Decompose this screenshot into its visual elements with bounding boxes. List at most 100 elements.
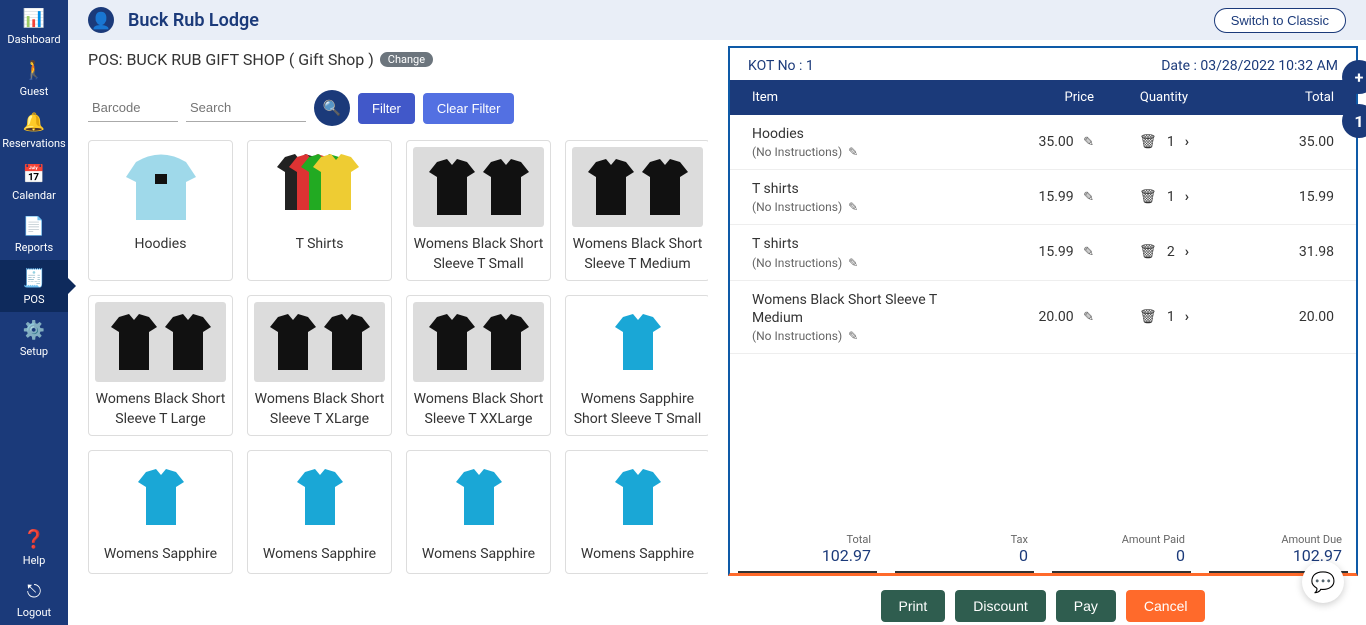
clear-filter-button[interactable]: Clear Filter [423, 93, 515, 124]
sidebar-item-reservations[interactable]: 🔔 Reservations [0, 104, 68, 156]
product-card[interactable]: Womens Sapphire [406, 450, 551, 574]
product-card[interactable]: Womens Black Short Sleeve T XLarge [247, 295, 392, 436]
kot-item-instructions: (No Instructions) ✎ [752, 145, 974, 159]
product-card[interactable]: Womens Black Short Sleeve T XXLarge [406, 295, 551, 436]
sidebar-item-reports[interactable]: 📄 Reports [0, 208, 68, 260]
product-label: Womens Sapphire [263, 545, 376, 567]
search-input[interactable] [186, 94, 306, 122]
product-label: Womens Sapphire [581, 545, 694, 567]
sidebar-item-pos[interactable]: 🧾 POS [0, 260, 68, 312]
kot-no: KOT No : 1 [748, 58, 814, 74]
product-label: Womens Sapphire [422, 545, 535, 567]
product-card[interactable]: T Shirts [247, 140, 392, 281]
chevron-right-icon[interactable]: › [1185, 189, 1189, 205]
sidebar: 📊 Dashboard 🚶 Guest 🔔 Reservations 📅 Cal… [0, 0, 68, 625]
delete-item-icon[interactable]: 🗑 [1139, 134, 1157, 150]
product-card[interactable]: Womens Sapphire [247, 450, 392, 574]
sidebar-label: Guest [20, 85, 49, 98]
kot-rows: Hoodies(No Instructions) ✎35.00 ✎🗑1›35.0… [730, 115, 1356, 354]
edit-price-icon[interactable]: ✎ [1083, 245, 1094, 260]
chat-button[interactable]: 💬 [1302, 561, 1344, 603]
paid-value: 0 [1176, 546, 1185, 565]
edit-instructions-icon[interactable]: ✎ [848, 256, 858, 270]
chevron-right-icon[interactable]: › [1185, 244, 1189, 260]
product-label: Womens Black Short Sleeve T XLarge [254, 390, 385, 429]
edit-price-icon[interactable]: ✎ [1083, 310, 1094, 325]
kot-row: Womens Black Short Sleeve T Medium(No In… [730, 281, 1356, 354]
qty-value: 1 [1167, 309, 1175, 325]
kot-item-price: 15.99 ✎ [974, 189, 1094, 205]
product-label: Womens Black Short Sleeve T Medium [572, 235, 703, 274]
header: 👤 Buck Rub Lodge Switch to Classic [68, 0, 1366, 40]
total-total: Total 102.97 [738, 533, 877, 573]
chevron-right-icon[interactable]: › [1185, 134, 1189, 150]
kot-item-price: 15.99 ✎ [974, 244, 1094, 260]
calendar-icon: 📅 [23, 164, 45, 185]
change-button[interactable]: Change [380, 52, 433, 67]
filter-button[interactable]: Filter [358, 93, 415, 124]
chat-icon: 💬 [1311, 570, 1336, 594]
product-label: T Shirts [296, 235, 344, 257]
paid-label: Amount Paid [1058, 533, 1185, 546]
qty-value: 1 [1167, 134, 1175, 150]
edit-instructions-icon[interactable]: ✎ [848, 329, 858, 343]
product-card[interactable]: Hoodies [88, 140, 233, 281]
kot-item-price: 35.00 ✎ [974, 134, 1094, 150]
delete-item-icon[interactable]: 🗑 [1139, 189, 1157, 205]
product-card[interactable]: Womens Sapphire [88, 450, 233, 574]
product-card[interactable]: Womens Black Short Sleeve T Large [88, 295, 233, 436]
delete-item-icon[interactable]: 🗑 [1139, 244, 1157, 260]
sidebar-label: Dashboard [7, 33, 60, 46]
kot-row: T shirts(No Instructions) ✎15.99 ✎🗑2›31.… [730, 225, 1356, 280]
sidebar-label: Reservations [2, 137, 65, 150]
total-value: 102.97 [822, 546, 871, 565]
kot-item-qty: 🗑 1 › [1094, 189, 1234, 205]
product-label: Womens Sapphire [104, 545, 217, 567]
bell-icon: 🔔 [23, 112, 45, 133]
tax-label: Tax [901, 533, 1028, 546]
product-label: Womens Black Short Sleeve T XXLarge [413, 390, 544, 429]
sidebar-label: Help [23, 554, 46, 567]
print-button[interactable]: Print [881, 590, 946, 622]
due-label: Amount Due [1215, 533, 1342, 546]
chevron-right-icon[interactable]: › [1185, 309, 1189, 325]
edit-price-icon[interactable]: ✎ [1083, 135, 1094, 150]
pay-button[interactable]: Pay [1056, 590, 1116, 622]
sidebar-item-dashboard[interactable]: 📊 Dashboard [0, 0, 68, 52]
delete-item-icon[interactable]: 🗑 [1139, 309, 1157, 325]
pos-label: POS: BUCK RUB GIFT SHOP ( Gift Shop ) [88, 50, 374, 69]
pos-icon: 🧾 [23, 268, 45, 289]
cancel-button[interactable]: Cancel [1126, 590, 1206, 622]
col-price: Price [974, 90, 1094, 105]
discount-button[interactable]: Discount [955, 590, 1045, 622]
gear-icon: ⚙️ [23, 320, 45, 341]
kot-box: KOT No : 1 Date : 03/28/2022 10:32 AM It… [728, 46, 1358, 576]
product-label: Womens Sapphire Short Sleeve T Small [572, 390, 703, 429]
kot-item-qty: 🗑2› [1094, 244, 1234, 260]
ticket-pane: KOT No : 1 Date : 03/28/2022 10:32 AM It… [728, 46, 1358, 622]
product-card[interactable]: Womens Sapphire Short Sleeve T Small [565, 295, 708, 436]
product-card[interactable]: Womens Black Short Sleeve T Medium [565, 140, 708, 281]
switch-classic-button[interactable]: Switch to Classic [1214, 8, 1346, 33]
sidebar-item-logout[interactable]: ⎋ Logout [0, 573, 68, 625]
edit-price-icon[interactable]: ✎ [1083, 190, 1094, 205]
qty-value: 1 [1167, 189, 1175, 205]
product-card[interactable]: Womens Sapphire [565, 450, 708, 574]
edit-instructions-icon[interactable]: ✎ [848, 200, 858, 214]
kot-item-qty: 🗑 1 › [1094, 134, 1234, 150]
sidebar-item-setup[interactable]: ⚙️ Setup [0, 312, 68, 364]
product-card[interactable]: Womens Black Short Sleeve T Small [406, 140, 551, 281]
search-button[interactable]: 🔍 [314, 90, 350, 126]
sidebar-item-calendar[interactable]: 📅 Calendar [0, 156, 68, 208]
sidebar-item-help[interactable]: ❓ Help [0, 521, 68, 573]
kot-item-instructions: (No Instructions) ✎ [752, 329, 974, 343]
sidebar-label: POS [23, 293, 44, 306]
barcode-input[interactable] [88, 94, 178, 122]
edit-instructions-icon[interactable]: ✎ [848, 145, 858, 159]
total-paid: Amount Paid 0 [1052, 533, 1191, 573]
sidebar-item-guest[interactable]: 🚶 Guest [0, 52, 68, 104]
search-row: 🔍 Filter Clear Filter [88, 90, 708, 126]
kot-item-price: 20.00 ✎ [974, 309, 1094, 325]
user-avatar-icon[interactable]: 👤 [88, 7, 114, 33]
kot-item-qty: 🗑 1 › [1094, 309, 1234, 325]
